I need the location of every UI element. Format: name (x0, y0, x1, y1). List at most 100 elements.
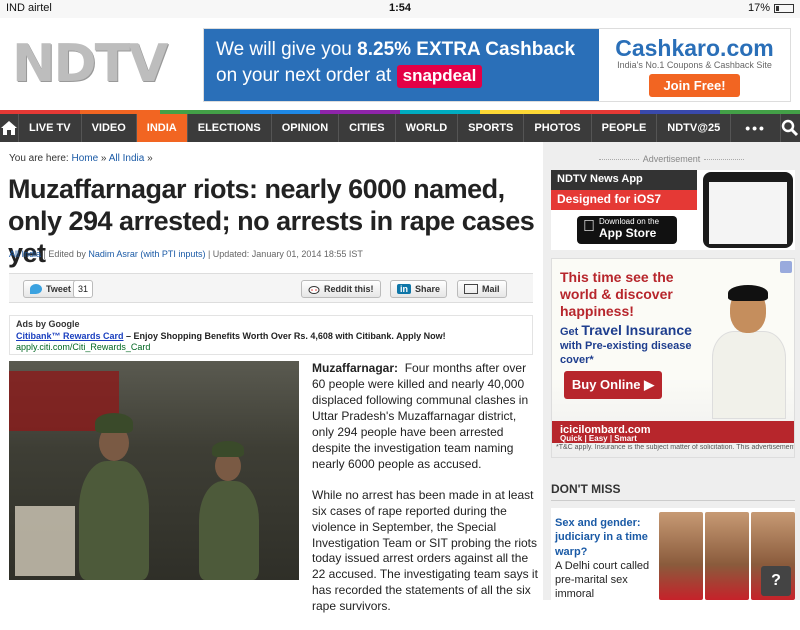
banner-line1-prefix: We will give you (216, 39, 358, 60)
article-photo[interactable] (9, 361, 299, 580)
ads-by-google-label: Ads by Google (16, 319, 80, 329)
battery-indicator: 17% (748, 2, 794, 14)
breadcrumb-prefix: You are here: (9, 153, 72, 164)
paragraph-1-text: Four months after over 60 people were ki… (312, 361, 529, 471)
clock: 1:54 (388, 2, 412, 14)
cashkaro-banner-ad[interactable]: We will give you 8.25% EXTRA Cashback on… (203, 28, 791, 102)
icici-subtext: Get Travel Insurance with Pre-existing d… (560, 322, 710, 367)
ad-text: – Enjoy Shopping Benefits Worth Over Rs.… (123, 330, 446, 341)
meta-editor-link[interactable]: Nadim Asrar (with PTI inputs) (88, 249, 205, 259)
tweet-count: 31 (73, 280, 94, 298)
dont-miss-text: A Delhi court called pre-marital sex imm… (555, 559, 650, 601)
nav-item-india[interactable]: INDIA (136, 114, 188, 142)
breadcrumb: You are here: Home » All India » (9, 153, 153, 164)
ios-ad-line1: NDTV News App (551, 170, 697, 190)
iphone-image (703, 172, 793, 248)
linkedin-share-button[interactable]: in Share (390, 280, 448, 298)
status-bar: IND airtel 1:54 17% (0, 0, 800, 18)
photo-newspaper (15, 506, 75, 576)
breadcrumb-separator: » (98, 153, 109, 164)
ndtv-logo[interactable]: NDTV (12, 34, 188, 94)
nav-item-live-tv[interactable]: LIVE TV (19, 114, 82, 142)
sidebar: Advertisement NDTV News App Designed for… (543, 142, 800, 600)
breadcrumb-suffix: » (144, 153, 153, 164)
dont-miss-divider (551, 500, 795, 501)
linkedin-label: Share (415, 284, 441, 294)
ad-url[interactable]: apply.citi.com/Citi_Rewards_Card (16, 342, 526, 354)
ios-ad-line2: Designed for iOS7 (551, 190, 697, 210)
nav-item-elections[interactable]: ELECTIONS (188, 114, 272, 142)
nav-item-photos[interactable]: PHOTOS (524, 114, 592, 142)
snapdeal-logo: snapdeal (396, 64, 483, 88)
dont-miss-card[interactable]: Sex and gender: judiciary in a time warp… (551, 508, 795, 600)
cashkaro-tagline: India's No.1 Coupons & Cashback Site (617, 60, 772, 70)
meta-updated: | Updated: January 01, 2014 18:55 IST (205, 249, 363, 259)
mail-icon (464, 284, 478, 294)
tweet-label: Tweet (46, 284, 71, 294)
mail-button[interactable]: Mail (457, 280, 507, 298)
icici-brand-sub: Quick | Easy | Smart (560, 434, 637, 443)
icici-subtext-bold: Travel Insurance (581, 322, 692, 338)
dont-miss-heading: DON'T MISS (551, 482, 621, 496)
app-store-small: Download on the (583, 217, 659, 226)
nav-item-opinion[interactable]: OPINION (272, 114, 340, 142)
tweet-button[interactable]: Tweet (23, 280, 78, 298)
article-main: You are here: Home » All India » Muzaffa… (0, 142, 543, 613)
photo-soldier-right (199, 441, 259, 580)
breadcrumb-home-link[interactable]: Home (71, 153, 98, 164)
advertisement-label: Advertisement (543, 154, 800, 164)
photo-soldier-left (79, 413, 149, 580)
nav-item-ndtv25[interactable]: NDTV@25 (657, 114, 732, 142)
meta-edited-by: | Edited by (41, 249, 89, 259)
nav-item-world[interactable]: WORLD (396, 114, 459, 142)
logo-text: NDTV (12, 34, 168, 94)
search-icon (782, 119, 799, 137)
breadcrumb-section-link[interactable]: All India (109, 153, 145, 164)
twitter-icon (30, 284, 42, 294)
join-free-button[interactable]: Join Free! (649, 74, 740, 97)
icici-brand-bar: icicilombard.com Quick | Easy | Smart (552, 421, 794, 443)
app-store-button[interactable]:  Download on the App Store (577, 216, 677, 244)
mail-label: Mail (482, 284, 500, 294)
lead-place: Muzaffarnagar: (312, 361, 399, 375)
reddit-label: Reddit this! (324, 284, 374, 294)
linkedin-icon: in (397, 284, 411, 294)
search-button[interactable] (779, 114, 800, 142)
home-button[interactable] (0, 114, 19, 142)
cashkaro-logo: Cashkaro.com (615, 35, 774, 61)
icici-subtext-prefix: Get (560, 326, 582, 338)
reddit-button[interactable]: Reddit this! (301, 280, 381, 298)
main-nav: LIVE TV VIDEO INDIA ELECTIONS OPINION CI… (0, 114, 800, 142)
site-header: NDTV We will give you 8.25% EXTRA Cashba… (0, 18, 800, 110)
icici-disclaimer: *T&C apply. Insurance is the subject mat… (556, 444, 794, 451)
banner-line1-bold: 8.25% EXTRA Cashback (357, 39, 576, 60)
ad-model-image (702, 285, 792, 419)
article-paragraph-1: Muzaffarnagar: Four months after over 60… (312, 361, 538, 473)
app-store-big: App Store (583, 225, 656, 240)
adchoices-icon[interactable] (780, 261, 792, 273)
ndtv-ios-app-ad[interactable]: NDTV News App Designed for iOS7  Downlo… (551, 170, 795, 250)
banner-line2: on your next order at (216, 64, 397, 86)
nav-item-cities[interactable]: CITIES (339, 114, 396, 142)
icici-subtext-suffix: with Pre-existing disease cover* (560, 339, 692, 366)
dont-miss-headline[interactable]: Sex and gender: judiciary in a time warp… (555, 516, 661, 559)
nav-item-video[interactable]: VIDEO (82, 114, 137, 142)
nav-item-people[interactable]: PEOPLE (592, 114, 658, 142)
article-body: Muzaffarnagar: Four months after over 60… (312, 361, 538, 630)
help-button[interactable]: ? (761, 566, 791, 596)
battery-percent: 17% (747, 2, 770, 14)
home-icon (1, 121, 17, 135)
meta-section-link[interactable]: All India (9, 249, 41, 259)
ad-link[interactable]: Citibank™ Rewards Card (16, 331, 124, 341)
more-menu-button[interactable]: ••• (731, 114, 780, 142)
icici-lombard-ad[interactable]: This time see the world & discover happi… (551, 258, 795, 458)
reddit-icon (308, 286, 320, 294)
nav-item-sports[interactable]: SPORTS (458, 114, 525, 142)
apple-icon:  (583, 218, 595, 236)
battery-icon (774, 3, 794, 13)
article-paragraph-2: While no arrest has been made in at leas… (312, 487, 538, 614)
share-bar: Tweet 31 Reddit this! in Share Mail (9, 273, 533, 303)
buy-online-button[interactable]: Buy Online ▶ (564, 371, 662, 399)
google-text-ad[interactable]: Ads by Google Citibank™ Rewards Card – E… (9, 315, 533, 355)
icici-headline: This time see the world & discover happi… (560, 269, 674, 319)
